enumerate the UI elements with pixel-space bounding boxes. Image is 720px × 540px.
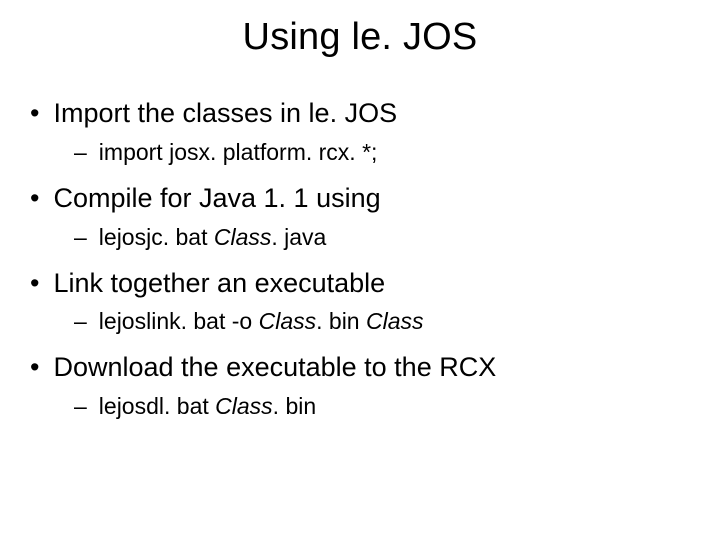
sub-bullet-text: lejosjc. bat Class. java [99,222,327,253]
text-segment: . bin [273,393,316,419]
bullet-level-2: import josx. platform. rcx. *; [74,137,690,168]
list-item: Link together an executable lejoslink. b… [30,267,690,338]
text-segment: Class [215,393,273,419]
bullet-level-1: Import the classes in le. JOS [30,97,690,131]
text-segment: lejosjc. bat [99,224,214,250]
list-item: Compile for Java 1. 1 using lejosjc. bat… [30,182,690,253]
text-segment: lejosdl. bat [99,393,215,419]
bullet-level-1: Download the executable to the RCX [30,351,690,385]
bullet-text: Download the executable to the RCX [53,351,496,385]
text-segment: Class [366,308,424,334]
text-segment: Class [259,308,317,334]
sub-bullet-text: lejosdl. bat Class. bin [99,391,316,422]
text-segment: . java [271,224,326,250]
bullet-level-2: lejosdl. bat Class. bin [74,391,690,422]
slide-title: Using le. JOS [30,16,690,59]
text-segment: Class [214,224,272,250]
bullet-text: Import the classes in le. JOS [53,97,397,131]
bullet-list: Import the classes in le. JOS import jos… [30,97,690,422]
slide: Using le. JOS Import the classes in le. … [0,0,720,540]
sub-bullet-text: import josx. platform. rcx. *; [99,137,378,168]
bullet-text: Compile for Java 1. 1 using [53,182,380,216]
text-segment: . bin [316,308,366,334]
text-segment: lejoslink. bat -o [99,308,259,334]
bullet-level-1: Compile for Java 1. 1 using [30,182,690,216]
list-item: Import the classes in le. JOS import jos… [30,97,690,168]
list-item: Download the executable to the RCX lejos… [30,351,690,422]
bullet-level-2: lejosjc. bat Class. java [74,222,690,253]
bullet-level-1: Link together an executable [30,267,690,301]
bullet-level-2: lejoslink. bat -o Class. bin Class [74,306,690,337]
bullet-text: Link together an executable [53,267,385,301]
text-segment: import josx. platform. rcx. *; [99,139,378,165]
sub-bullet-text: lejoslink. bat -o Class. bin Class [99,306,424,337]
